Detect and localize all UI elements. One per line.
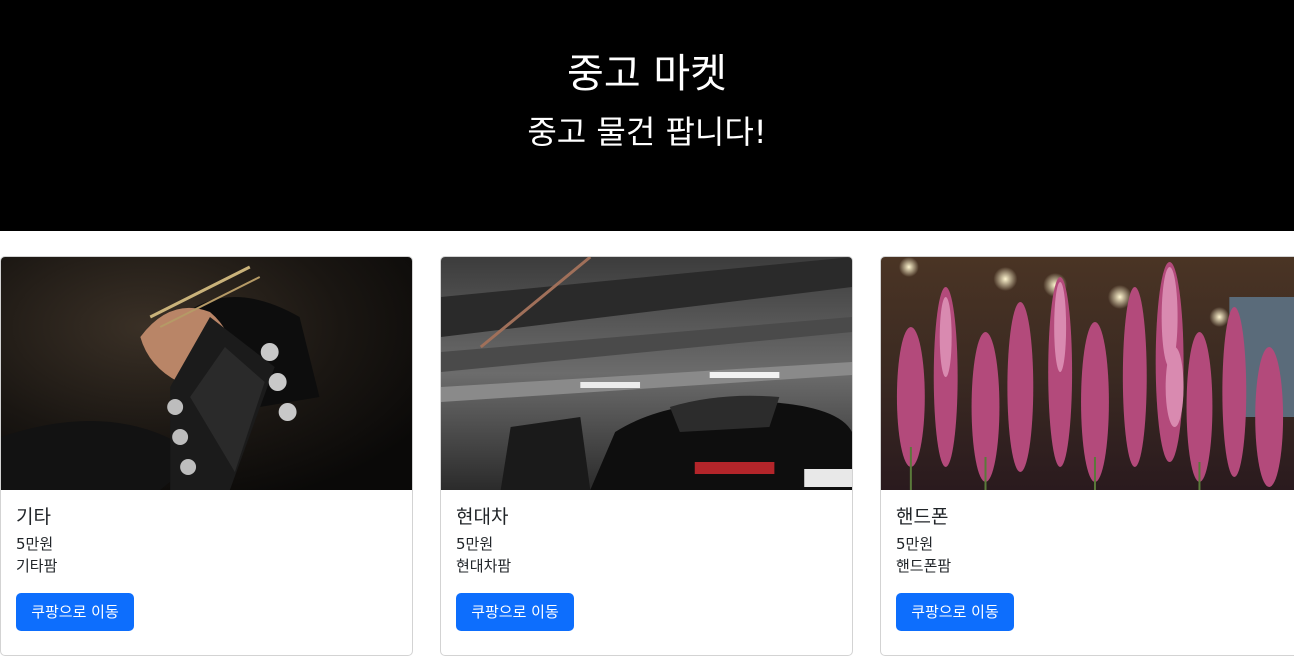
card-price: 5만원	[16, 535, 54, 553]
go-to-coupang-button[interactable]: 쿠팡으로 이동	[456, 593, 574, 631]
card-title: 기타	[16, 506, 51, 528]
card-price: 5만원	[896, 535, 934, 553]
hero-banner: 중고 마켓 중고 물건 팝니다!	[0, 0, 1294, 231]
car-image	[441, 257, 852, 490]
card-description: 현대차팜	[456, 557, 512, 575]
go-to-coupang-button[interactable]: 쿠팡으로 이동	[896, 593, 1014, 631]
card-description: 핸드폰팜	[896, 557, 952, 575]
product-card: 현대차 5만원 현대차팜 쿠팡으로 이동	[440, 256, 853, 656]
guitar-image	[1, 257, 412, 490]
product-card: 기타 5만원 기타팜 쿠팡으로 이동	[0, 256, 413, 656]
page-subtitle: 중고 물건 팝니다!	[527, 113, 767, 151]
page-title: 중고 마켓	[567, 51, 727, 97]
card-price: 5만원	[456, 535, 494, 553]
card-title: 현대차	[456, 506, 509, 528]
flowers-image	[881, 257, 1294, 490]
product-card: 핸드폰 5만원 핸드폰팜 쿠팡으로 이동	[880, 256, 1294, 656]
go-to-coupang-button[interactable]: 쿠팡으로 이동	[16, 593, 134, 631]
card-title: 핸드폰	[896, 506, 949, 528]
card-description: 기타팜	[16, 557, 58, 575]
